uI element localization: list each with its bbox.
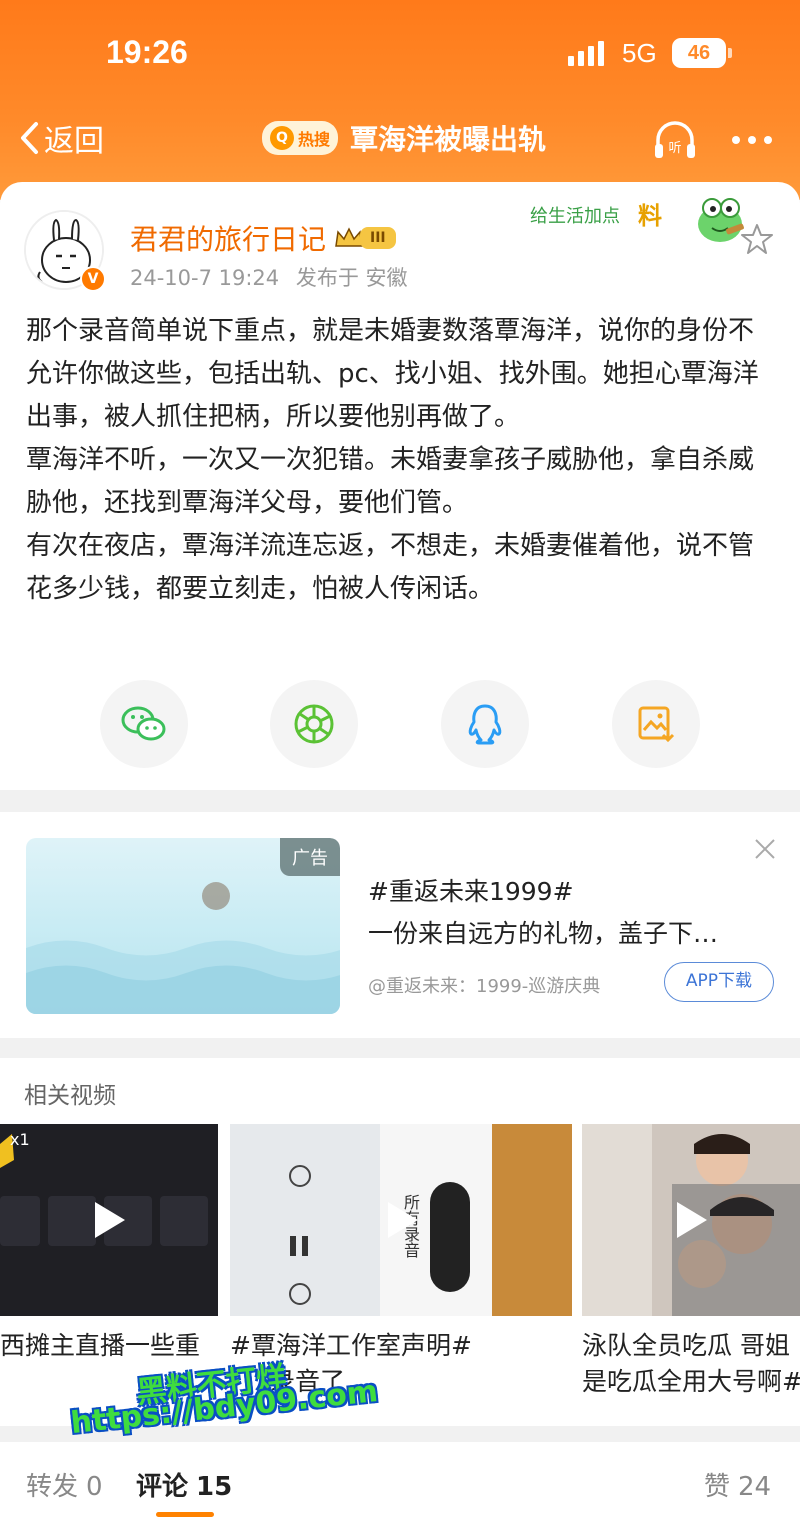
more-dot	[732, 136, 740, 144]
post-paragraph: 那个录音简单说下重点，就是未婚妻数落覃海洋，说你的身份不允许你做这些，包括出轨、…	[26, 316, 759, 432]
status-time: 19:26	[106, 34, 188, 70]
video-caption-line: 泳队全员吃瓜 哥姐	[582, 1331, 790, 1360]
video-caption-line: 是吃瓜全用大号啊#	[582, 1367, 800, 1396]
video-overlay-text: x1	[10, 1130, 30, 1149]
signal-icon	[568, 40, 604, 66]
tab-comments-count: 15	[196, 1472, 233, 1502]
top-bar: 19:26 5G 46 返回 Q 热搜 覃海洋被曝出轨 听	[0, 0, 800, 200]
tab-likes-count: 24	[738, 1472, 772, 1502]
tab-likes[interactable]: 赞 24	[704, 1466, 771, 1503]
title-text: 覃海洋被曝出轨	[350, 123, 547, 156]
headphones-icon: 听	[655, 121, 695, 158]
video-card-1[interactable]: x1	[0, 1124, 218, 1316]
card-sticker: 给生活加点 料	[530, 188, 745, 252]
battery-tip	[728, 48, 732, 58]
video-card-3[interactable]	[582, 1124, 800, 1316]
tab-comments[interactable]: 评论 15	[136, 1466, 232, 1503]
post-body: 那个录音简单说下重点，就是未婚妻数落覃海洋，说你的身份不允许你做这些，包括出轨、…	[26, 310, 766, 611]
bottom-tabs: 转发 0 评论 15 赞 24	[0, 1442, 800, 1523]
more-button[interactable]	[732, 136, 772, 144]
tab-repost-count: 0	[86, 1472, 103, 1502]
moments-icon	[294, 704, 334, 744]
author-name-row[interactable]: 君君的旅行日记 III	[130, 218, 396, 258]
post-paragraph: 有次在夜店，覃海洋流连忘返，不想走，未婚妻催着他，说不管花多少钱，都要立刻走，怕…	[26, 531, 755, 604]
tab-likes-label: 赞	[704, 1472, 731, 1502]
tab-repost-label: 转发	[26, 1472, 79, 1502]
listen-button[interactable]: 听	[652, 118, 698, 164]
vip-crown-icon: III	[334, 226, 396, 250]
network-label: 5G	[622, 38, 657, 68]
back-label: 返回	[44, 124, 104, 159]
hot-search-badge[interactable]: Q 热搜	[262, 121, 339, 155]
tab-active-indicator	[156, 1512, 214, 1517]
tab-repost[interactable]: 转发 0	[26, 1466, 103, 1503]
tab-comments-label: 评论	[136, 1472, 189, 1502]
related-videos-title: 相关视频	[24, 1083, 116, 1109]
wechat-icon	[121, 706, 166, 741]
level-badge: III	[360, 227, 396, 249]
qq-icon	[468, 704, 502, 745]
share-wechat-button[interactable]	[100, 680, 188, 768]
back-button[interactable]: 返回	[18, 116, 104, 160]
video-caption[interactable]: 泳队全员吃瓜 哥姐 是吃瓜全用大号啊#	[582, 1328, 800, 1400]
ad-source[interactable]: @重返未来：1999-巡游庆典	[368, 972, 600, 998]
more-dot	[748, 136, 756, 144]
save-image-icon	[638, 706, 675, 743]
close-icon[interactable]	[752, 836, 778, 862]
sticker-text: 给生活加点	[530, 206, 620, 227]
ad-image[interactable]: 广告	[26, 838, 340, 1014]
battery-icon: 46	[672, 38, 726, 68]
more-dot	[764, 136, 772, 144]
app-download-button[interactable]: APP下载	[664, 962, 774, 1002]
favorite-star-icon[interactable]	[740, 222, 774, 256]
share-moments-button[interactable]	[270, 680, 358, 768]
svg-text:听: 听	[668, 141, 681, 156]
post-paragraph: 覃海洋不听，一次又一次犯错。未婚妻拿孩子威胁他，拿自杀威胁他，还找到覃海洋父母，…	[26, 445, 755, 518]
verified-badge: V	[80, 266, 106, 292]
video-card-2[interactable]: 所有录音	[230, 1124, 572, 1316]
play-icon	[95, 1202, 125, 1238]
share-qq-button[interactable]	[441, 680, 529, 768]
related-videos: 相关视频 x1 西摊主直播一些重 所有录音 #覃海洋工作室声明# 录音了 泳队全…	[0, 1058, 800, 1426]
chevron-left-icon	[21, 122, 38, 154]
ad-title[interactable]: #重返未来1999#	[368, 872, 574, 908]
post-card: V 君君的旅行日记 III 24-10-7 19:24 发布于 安徽 给生活加点…	[0, 182, 800, 790]
search-icon: Q	[270, 126, 294, 150]
post-timestamp: 24-10-7 19:24	[130, 266, 280, 290]
play-icon	[677, 1202, 707, 1238]
hot-tag: 热搜	[298, 130, 331, 149]
ad-description: 一份来自远方的礼物，盖子下…	[368, 919, 719, 948]
sticker-word: 料	[638, 202, 662, 230]
save-image-button[interactable]	[612, 680, 700, 768]
ad-tag: 广告	[280, 838, 340, 876]
author-name: 君君的旅行日记	[130, 223, 327, 256]
page-title: Q 热搜 覃海洋被曝出轨	[262, 118, 546, 158]
play-icon	[388, 1202, 418, 1238]
post-location: 发布于 安徽	[295, 266, 408, 290]
post-meta: 24-10-7 19:24 发布于 安徽	[130, 262, 408, 292]
ad-card[interactable]: 广告 #重返未来1999# 一份来自远方的礼物，盖子下… @重返未来：1999-…	[0, 812, 800, 1038]
